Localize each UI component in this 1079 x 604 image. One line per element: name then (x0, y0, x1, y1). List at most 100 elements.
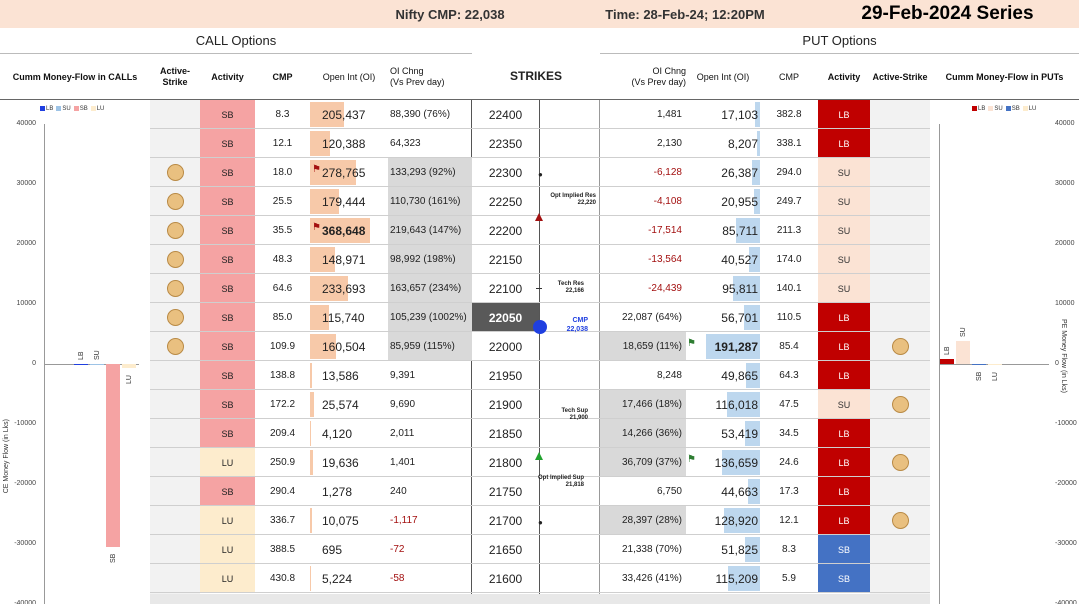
oi-pe: 8,207 (686, 129, 760, 158)
legend-swatch (972, 106, 977, 111)
cmp-pe: 64.3 (779, 370, 799, 381)
legend-label: LU (1028, 106, 1037, 113)
legend-swatch (988, 106, 994, 111)
legend-item: SB (1005, 106, 1020, 112)
cmp-ce: 12.1 (272, 138, 293, 149)
oi-chng-pe: 1,481 (656, 109, 682, 120)
active-strike-pe-cell (870, 100, 930, 129)
pe-money-flow-chart: LB SU SB LU 40000 30000 20000 10000 0 -10000 -2000… (930, 104, 1079, 604)
activity-pe: SU (818, 245, 870, 274)
category-label: LB (78, 351, 85, 360)
active-strike-marker (166, 251, 184, 268)
oi-chng-pe: -13,564 (648, 254, 682, 265)
cmp-ce: 209.4 (269, 428, 296, 439)
oi-chng-ce: -1,117 (390, 515, 418, 526)
y-tick-label: -40000 (1055, 600, 1077, 604)
y-tick-label: 10000 (16, 300, 36, 307)
y-tick-label: 30000 (1055, 180, 1075, 187)
chart-bar (90, 364, 104, 365)
cmp-pe: 294.0 (776, 167, 802, 178)
oi-pe: 116,018 (686, 390, 760, 419)
oi-ce: 25,574 (310, 390, 388, 419)
tech-res-value: 22,166 (565, 288, 584, 294)
activity-pe: LB (818, 361, 870, 390)
cmp-pe: 34.5 (779, 428, 799, 439)
chart-bar (972, 364, 986, 365)
oi-chng-pe: 8,248 (656, 370, 682, 381)
header-pe-money-flow: Cumm Money-Flow in PUTs (945, 72, 1064, 82)
active-strike-marker (891, 512, 909, 529)
oi-chng-ce: 85,959 (115%) (388, 332, 472, 361)
strike-cell: 22400 (488, 107, 523, 122)
header-oi-chng-ce: OI Chng (Vs Prev day) (388, 66, 472, 88)
cmp-pe: 47.5 (779, 399, 799, 410)
oi-bar (310, 421, 311, 446)
oi-pe: 115,209 (686, 564, 760, 593)
call-options-title: CALL Options (195, 33, 277, 48)
activity-ce: SB (200, 303, 255, 332)
activity-pe: SU (818, 390, 870, 419)
chart-bar (988, 364, 1002, 365)
oi-pe-value: 95,811 (722, 281, 758, 296)
oi-ce-value: 19,636 (322, 455, 359, 470)
active-strike-pe-cell (870, 158, 930, 187)
oi-pe-value: 17,103 (721, 107, 758, 122)
header-oi-chng-ce-label: OI Chng (390, 66, 424, 76)
oi-chng-pe: 28,397 (28%) (600, 506, 686, 535)
active-strike-ce-cell (150, 535, 200, 564)
oi-pe: 20,955 (686, 187, 760, 216)
put-options-title: PUT Options (802, 33, 877, 48)
chart-bar (956, 341, 970, 364)
oi-chng-ce: 110,730 (161%) (388, 187, 472, 216)
y-tick-label: -30000 (1055, 540, 1077, 547)
oi-chng-pe: 2,130 (656, 138, 682, 149)
active-strike-pe-cell (870, 129, 930, 158)
oi-chng-pe: -17,514 (648, 225, 682, 236)
oi-pe: 95,811 (686, 274, 760, 303)
oi-bar (310, 566, 311, 591)
oi-pe-value: 49,865 (721, 368, 758, 383)
cmp-ce: 18.0 (272, 167, 293, 178)
activity-pe: SU (818, 187, 870, 216)
marker-dot: ● (538, 518, 543, 527)
activity-pe: SB (818, 564, 870, 593)
cmp-pe: 5.9 (782, 573, 796, 584)
header-oi-chng-pe-sub: (Vs Prev day) (631, 77, 686, 87)
oi-ce: 19,636 (310, 448, 388, 477)
category-label: LB (944, 346, 951, 355)
oi-ce: 10,075 (310, 506, 388, 535)
legend-label: SB (79, 106, 88, 113)
opt-implied-sup-label: Opt Implied Sup (538, 475, 584, 481)
active-strike-ce-cell (150, 361, 200, 390)
oi-chng-ce: 9,391 (390, 370, 416, 381)
header-ce-money-flow: Cumm Money-Flow in CALLs (12, 72, 138, 82)
active-strike-ce-cell (150, 303, 200, 332)
cmp-ce: 430.8 (269, 573, 296, 584)
cmp-pe: 249.7 (776, 196, 802, 207)
cmp-ce: 25.5 (272, 196, 293, 207)
divider (0, 53, 472, 54)
activity-pe: LB (818, 100, 870, 129)
oi-pe-value: 53,419 (721, 426, 758, 441)
oi-ce: 120,388 (310, 129, 388, 158)
legend-label: LU (96, 106, 105, 113)
legend-label: SU (62, 106, 71, 113)
activity-ce: SB (200, 332, 255, 361)
strike-cell: 22350 (488, 136, 523, 151)
legend-swatch (56, 106, 62, 111)
oi-pe: 26,387 (686, 158, 760, 187)
active-strike-pe-cell (870, 245, 930, 274)
oi-ce-value: 115,740 (322, 310, 365, 325)
y-axis-label: PE Money Flow (in Lks) (1060, 319, 1067, 393)
active-strike-marker (891, 454, 909, 471)
strike-cell: 21600 (488, 571, 523, 586)
strike-cell: 21900 (488, 397, 523, 412)
cmp-ce: 109.9 (269, 341, 296, 352)
legend-label: SU (994, 106, 1003, 113)
active-strike-marker (166, 164, 184, 181)
active-strike-pe-cell (870, 564, 930, 593)
oi-pe: 17,103 (686, 100, 760, 129)
oi-chng-ce: 105,239 (1002%) (388, 303, 472, 332)
y-tick-label: 30000 (16, 180, 36, 187)
oi-pe-value: 136,659 (714, 455, 758, 470)
